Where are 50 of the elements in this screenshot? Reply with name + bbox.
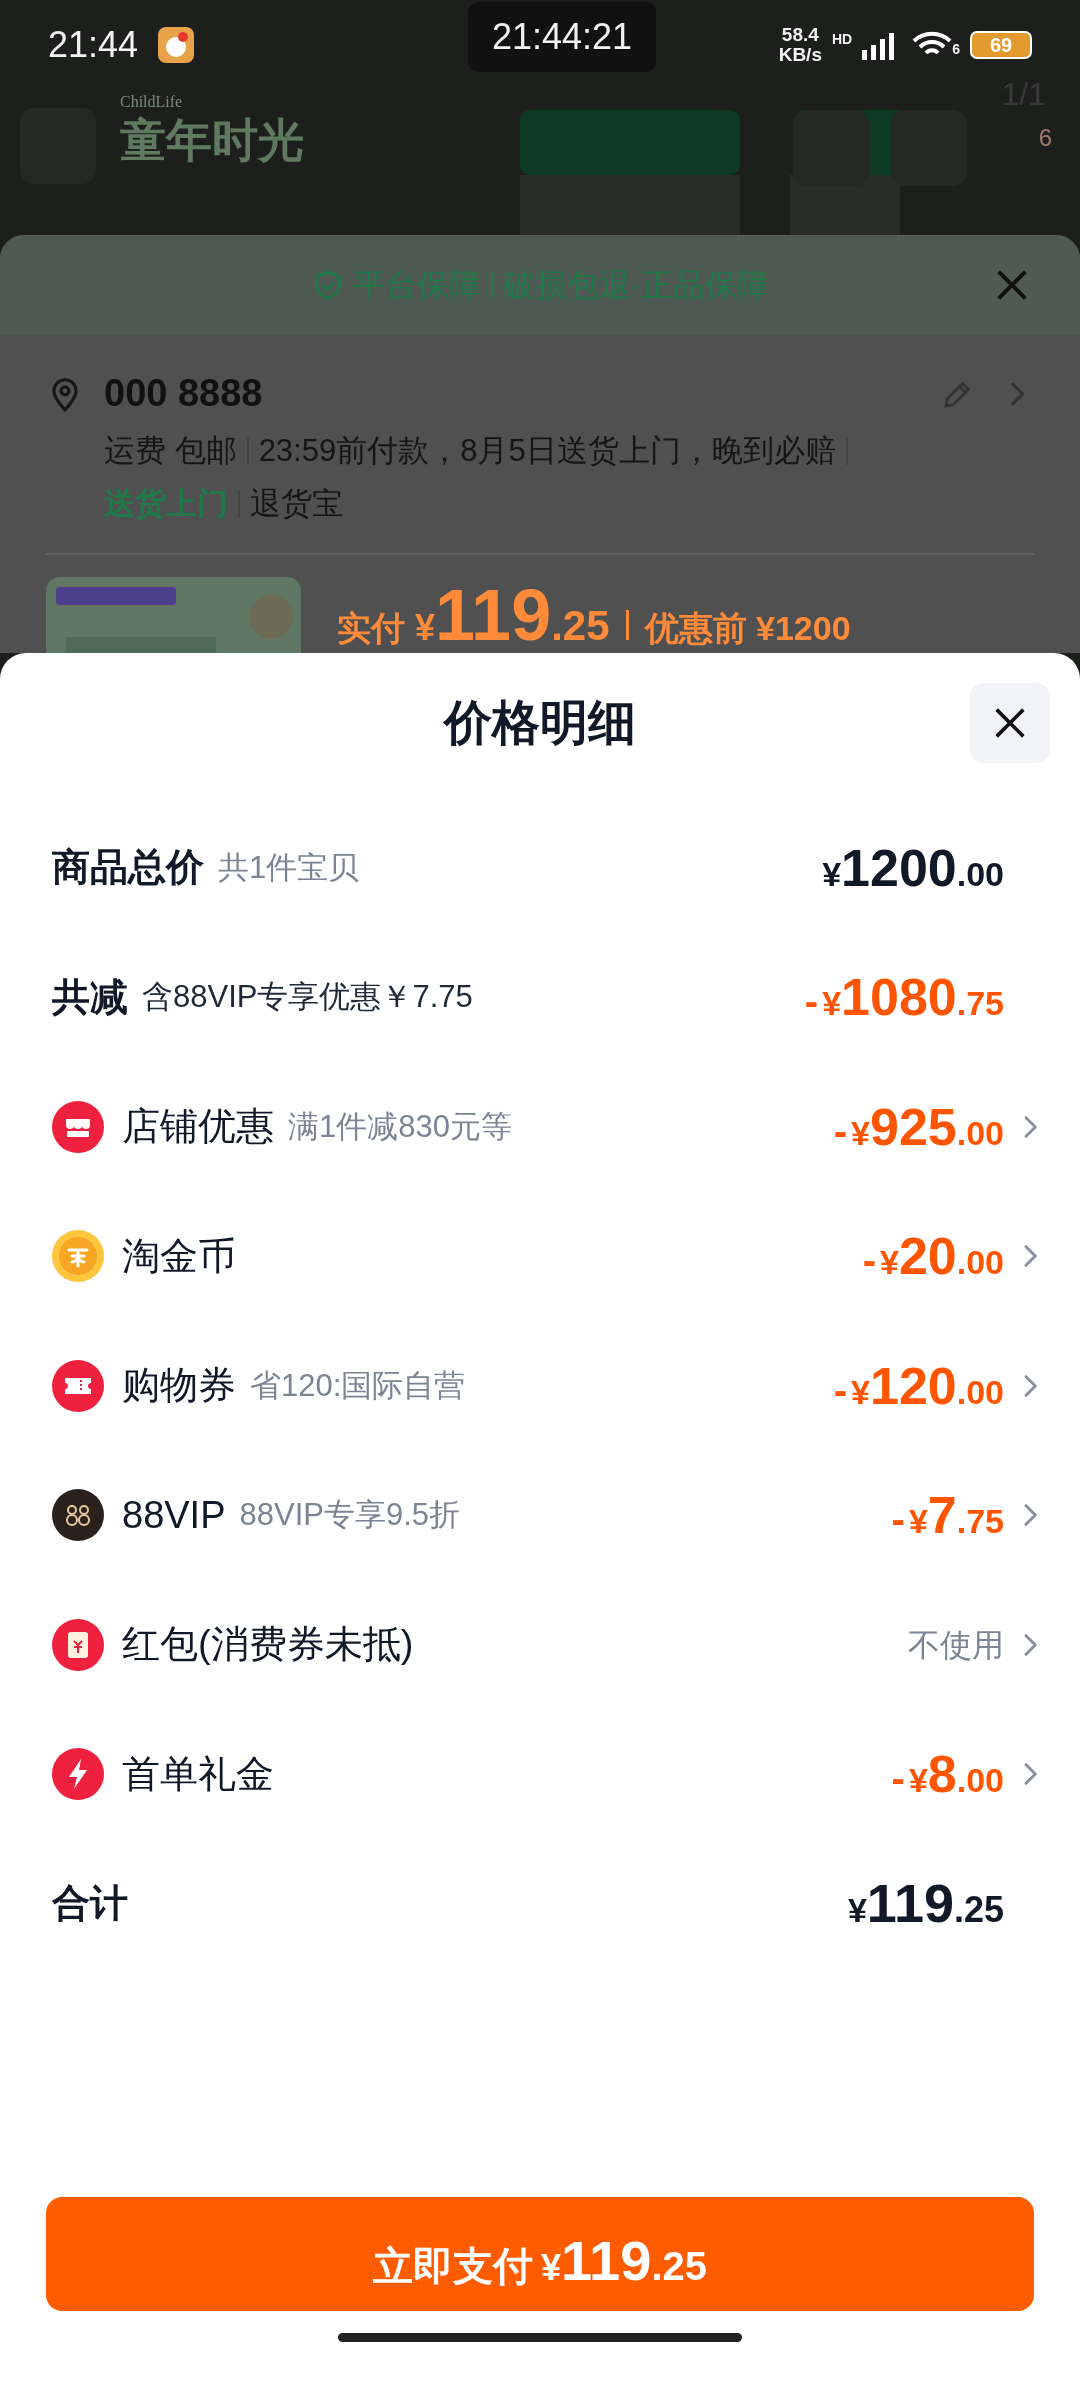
lightning-icon xyxy=(52,1748,104,1801)
clock-pill: 21:44:21 xyxy=(468,2,657,72)
row-amount: -¥925.00 xyxy=(833,1096,1004,1158)
row-value: 不使用 xyxy=(908,1625,1004,1665)
row-label: 88VIP xyxy=(122,1492,226,1538)
row-label: 商品总价 xyxy=(52,845,204,891)
row-note: 满1件减830元等 xyxy=(288,1107,512,1146)
wifi-label: 6 xyxy=(952,40,960,59)
row-label: 红包(消费券未抵) xyxy=(122,1622,414,1668)
row-label: 共减 xyxy=(52,974,128,1020)
total-amount: ¥119.25 xyxy=(847,1872,1004,1936)
sheet-title: 价格明细 xyxy=(444,695,636,751)
row-note: 省120:国际自营 xyxy=(250,1366,466,1405)
row-label: 购物券 xyxy=(122,1363,236,1409)
brand-name-english: ChildLife xyxy=(120,92,184,112)
brand-logo: 童年时光 xyxy=(120,114,304,166)
row-label: 店铺优惠 xyxy=(122,1104,274,1150)
battery-indicator: 69 xyxy=(970,31,1032,59)
row-note: 88VIP专享9.5折 xyxy=(239,1496,461,1534)
coin-icon xyxy=(52,1230,104,1283)
status-time: 21:44 xyxy=(48,23,139,67)
app-notification-icon xyxy=(158,27,195,63)
cart-count: 6 xyxy=(1038,123,1052,153)
row-note: 共1件宝贝 xyxy=(218,848,360,887)
address-text: 000 8888 xyxy=(104,371,263,416)
row-label: 淘金币 xyxy=(122,1233,236,1279)
row-amount: -¥8.00 xyxy=(891,1744,1004,1806)
shop-icon xyxy=(52,1100,104,1153)
row-amount: -¥7.75 xyxy=(891,1485,1004,1547)
close-button[interactable] xyxy=(970,683,1050,763)
pay-now-button[interactable]: 立即支付 ¥119.25 xyxy=(46,2197,1034,2311)
shipping-fee: 运费 包邮 xyxy=(104,432,237,470)
row-note: 含88VIP专享优惠￥7.75 xyxy=(142,978,473,1016)
paid-label: 实付 xyxy=(337,608,405,649)
row-label: 首单礼金 xyxy=(122,1751,274,1797)
money-envelope-icon xyxy=(52,1618,104,1671)
ticket-icon xyxy=(52,1359,104,1412)
row-amount: -¥1080.75 xyxy=(804,967,1004,1029)
paid-amount: ¥119.25 xyxy=(415,574,610,657)
row-amount: -¥20.00 xyxy=(862,1226,1004,1288)
original-price: 优惠前 ¥1200 xyxy=(644,608,851,649)
delivery-promise: 23:59前付款，8月5日送货上门，晚到必赔 xyxy=(258,432,836,470)
row-amount: ¥1200.00 xyxy=(821,837,1004,899)
row-amount: -¥120.00 xyxy=(833,1355,1004,1417)
vip-badge-icon xyxy=(52,1489,104,1542)
network-speed: 58.4 KB/s xyxy=(778,25,822,65)
network-type: HD xyxy=(831,30,853,49)
service-tag: 退货宝 xyxy=(250,480,343,527)
total-label: 合计 xyxy=(52,1881,128,1927)
home-indicator[interactable] xyxy=(338,2333,742,2342)
